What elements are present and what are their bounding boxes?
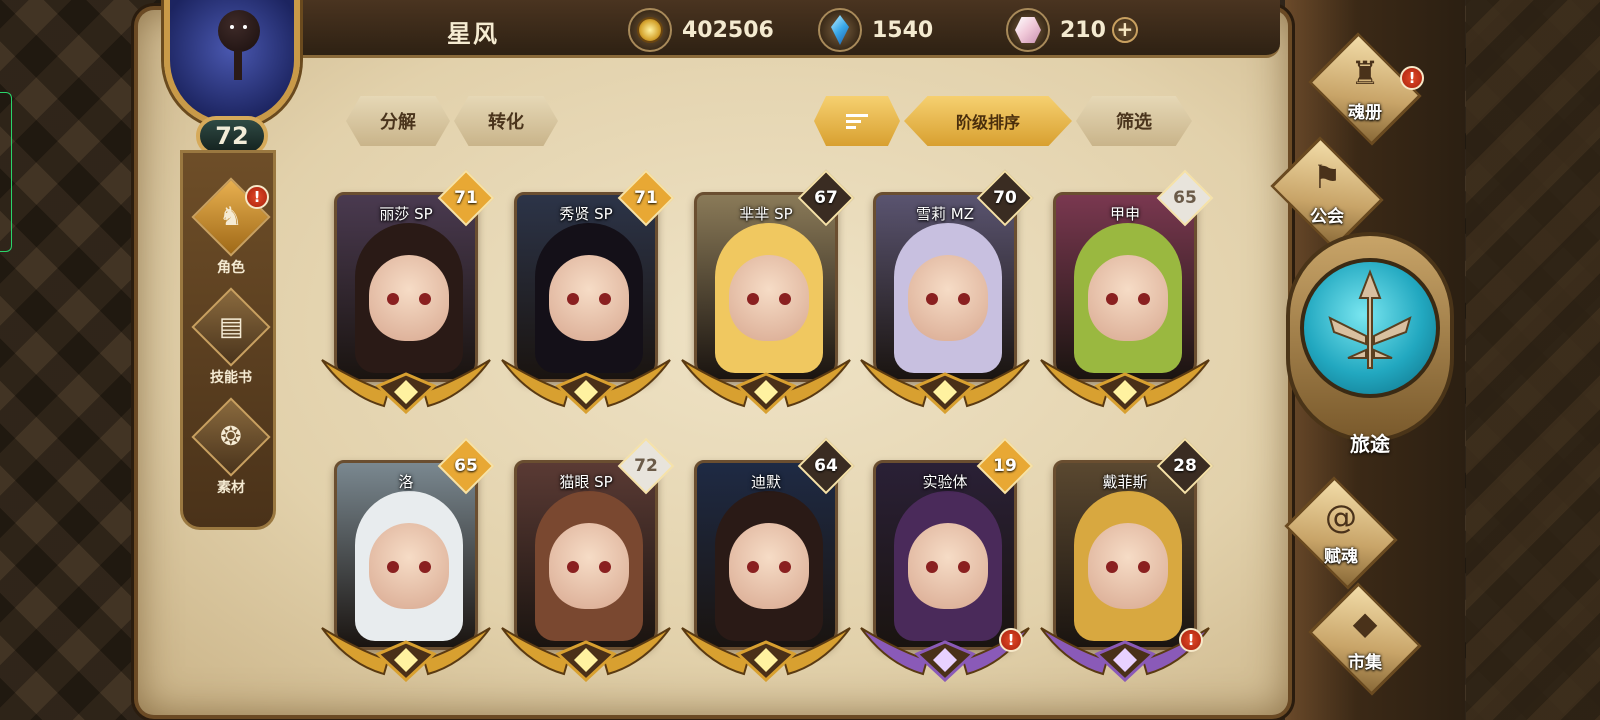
hero-card[interactable]: 秀贤 SP 71 [501, 169, 675, 414]
add-gem-button[interactable]: + [1111, 17, 1138, 43]
hero-level: 19 [993, 456, 1017, 476]
hero-card[interactable]: 迪默 64 [681, 437, 855, 682]
hero-level: 64 [814, 456, 838, 476]
sort-icon [846, 111, 868, 132]
swirl-icon: @ [1325, 498, 1357, 536]
rank-wings-icon [321, 359, 491, 414]
player-avatar[interactable]: 72 [144, 0, 320, 160]
hero-card[interactable]: 洛 65 [321, 437, 495, 682]
nav-label: 技能书 [210, 370, 252, 386]
hero-level: 67 [814, 188, 838, 208]
hero-level: 72 [634, 456, 658, 476]
alert-icon: ! [1400, 66, 1424, 90]
crystal-value: 1540 [872, 17, 934, 43]
journey-label: 旅途 [1350, 432, 1390, 456]
nav-item-character[interactable]: ♞ 角色 ! [187, 177, 275, 283]
avatar-portrait [164, 0, 300, 128]
hero-face [729, 523, 809, 609]
character-helmet-icon: ♞ [219, 202, 243, 232]
nav-label: 素材 [217, 480, 245, 496]
soul-book-label: 魂册 [1348, 103, 1382, 123]
market-button[interactable]: ◆ 市集 [1290, 582, 1440, 696]
hero-face [1088, 523, 1168, 609]
hero-level: 71 [634, 188, 658, 208]
hero-level: 71 [454, 188, 478, 208]
sort-by-rank-button[interactable]: 阶级排序 [904, 96, 1072, 146]
convert-button[interactable]: 转化 [454, 96, 558, 146]
hero-card[interactable]: 猫眼 SP 72 [501, 437, 675, 682]
pink-gem-icon [1006, 8, 1050, 52]
gem-value: 210 [1060, 17, 1106, 43]
hero-level: 65 [1173, 188, 1197, 208]
blue-crystal-icon [818, 8, 862, 52]
filter-button[interactable]: 筛选 [1076, 96, 1192, 146]
hero-card[interactable]: 芈芈 SP 67 [681, 169, 855, 414]
hero-face [908, 255, 988, 341]
material-icon: ❂ [220, 421, 242, 452]
gold-value: 402506 [682, 17, 774, 43]
decompose-button[interactable]: 分解 [346, 96, 450, 146]
hero-face [1088, 255, 1168, 341]
left-nav: ♞ 角色 ! ▤ 技能书 ❂ 素材 [180, 150, 276, 530]
rank-wings-icon [321, 627, 491, 682]
guild-icon: ⚑ [1312, 158, 1342, 196]
rank-wings-icon [501, 359, 671, 414]
rank-wings-icon [860, 359, 1030, 414]
hero-card[interactable]: 雪莉 MZ 70 [860, 169, 1034, 414]
nav-label: 角色 [217, 260, 245, 276]
journey-button[interactable]: 旅途 [1282, 232, 1454, 472]
guild-button[interactable]: ⚑ 公会 [1252, 136, 1402, 250]
soul-book-button[interactable]: ♜ 魂册 ! [1290, 32, 1440, 146]
market-label: 市集 [1348, 653, 1382, 673]
rank-wings-icon [1040, 359, 1210, 414]
market-gem-icon: ◆ [1352, 604, 1378, 642]
hero-face [729, 255, 809, 341]
hero-card[interactable]: 甲申 65 [1040, 169, 1214, 414]
hero-card[interactable]: 戴菲斯 28! [1040, 437, 1214, 682]
sort-order-button[interactable] [814, 96, 900, 146]
nav-item-material[interactable]: ❂ 素材 [187, 397, 275, 503]
rank-wings-icon [681, 627, 851, 682]
guild-label: 公会 [1310, 207, 1344, 227]
gold-coin-icon [628, 8, 672, 52]
alert-icon: ! [999, 628, 1023, 652]
alert-icon: ! [1179, 628, 1203, 652]
side-notch [0, 92, 12, 252]
avatar-head-icon [218, 10, 260, 52]
avatar-neck [234, 50, 242, 80]
hero-card[interactable]: 实验体 19! [860, 437, 1034, 682]
hero-face [369, 255, 449, 341]
soul-grant-label: 赋魂 [1324, 547, 1358, 567]
currency-crystal: 1540 [818, 8, 933, 52]
currency-gold: 402506 [628, 8, 774, 52]
hero-face [549, 523, 629, 609]
rank-wings-icon [681, 359, 851, 414]
hero-card[interactable]: 丽莎 SP 71 [321, 169, 495, 414]
journey-emblem-icon [1328, 269, 1412, 369]
alert-icon: ! [245, 185, 269, 209]
hero-level: 65 [454, 456, 478, 476]
rank-wings-icon [501, 627, 671, 682]
skill-book-icon: ▤ [218, 311, 244, 342]
hero-face [908, 523, 988, 609]
hero-level: 28 [1173, 456, 1197, 476]
hero-level: 70 [993, 188, 1017, 208]
nav-item-skill-book[interactable]: ▤ 技能书 [187, 287, 275, 393]
hero-face [549, 255, 629, 341]
player-name: 星风 [447, 20, 499, 48]
hero-face [369, 523, 449, 609]
decorative-edge [1466, 0, 1600, 720]
currency-gem: 210 + [1006, 8, 1138, 52]
soul-grant-button[interactable]: @ 赋魂 [1266, 476, 1416, 590]
